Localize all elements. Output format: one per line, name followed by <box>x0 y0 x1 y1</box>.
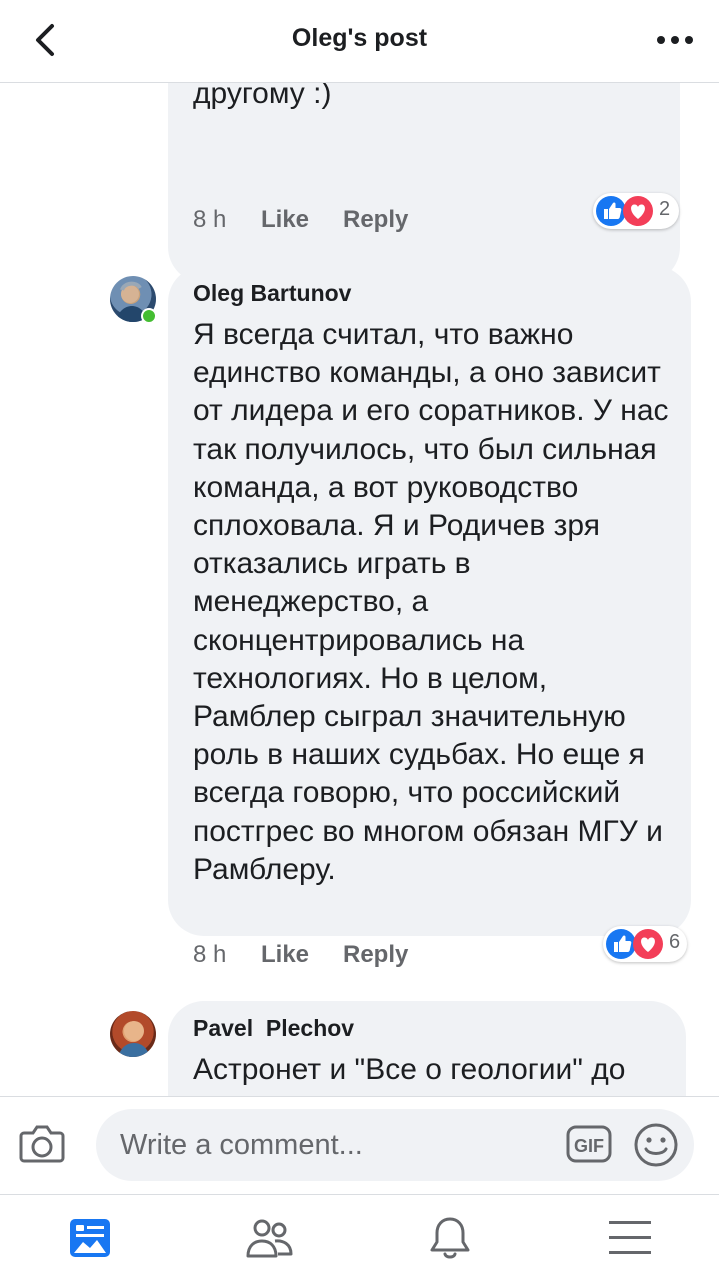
avatar[interactable] <box>110 1011 156 1057</box>
love-icon <box>633 929 663 959</box>
smiley-icon <box>634 1123 678 1167</box>
reaction-count: 2 <box>659 198 671 220</box>
comment-time: 8 h <box>193 941 227 968</box>
online-status-dot <box>141 308 157 324</box>
comment-text: Астронет и "Все о геологии" до <box>193 1053 626 1086</box>
comment-time: 8 h <box>193 206 227 233</box>
comment-bubble[interactable]: Oleg Bartunov Я всегда считал, что важно… <box>168 266 691 936</box>
camera-button[interactable] <box>18 1123 66 1165</box>
reply-button[interactable]: Reply <box>343 206 408 234</box>
more-options-button[interactable] <box>653 22 697 58</box>
camera-icon <box>19 1125 65 1163</box>
comment-bubble[interactable]: Pavel Plechov Астронет и "Все о геологии… <box>168 1001 686 1096</box>
like-button[interactable]: Like <box>261 206 309 234</box>
friends-icon <box>246 1219 292 1258</box>
reply-button[interactable]: Reply <box>343 941 408 969</box>
top-bar: Oleg's post <box>0 0 719 83</box>
comment-text: Я всегда считал, что важно единство кома… <box>193 318 669 886</box>
emoji-button[interactable] <box>633 1122 679 1168</box>
tab-news-feed[interactable] <box>0 1195 179 1281</box>
gif-label: GIF <box>574 1136 604 1156</box>
comment-bubble[interactable]: Я, если подумаю, то тоже объясню... А Ол… <box>168 83 680 283</box>
gif-button[interactable]: GIF <box>566 1124 612 1164</box>
love-icon <box>623 196 653 226</box>
notifications-icon <box>430 1217 469 1259</box>
reactions-badge[interactable]: 6 <box>603 926 687 962</box>
reactions-badge[interactable]: 2 <box>593 193 679 229</box>
more-horizontal-icon <box>657 36 693 44</box>
comment-author[interactable]: Pavel Plechov <box>193 1015 354 1042</box>
like-icon <box>596 196 626 226</box>
menu-icon <box>608 1221 651 1254</box>
news-feed-icon <box>69 1219 110 1257</box>
comment-text: Я, если подумаю, то тоже объясню... А Ол… <box>193 83 332 111</box>
like-icon <box>606 929 636 959</box>
comment-author[interactable]: Oleg Bartunov <box>193 280 351 307</box>
bottom-tab-bar <box>0 1194 719 1281</box>
reaction-count: 6 <box>669 931 681 953</box>
comment-input-placeholder: Write a comment... <box>120 1129 363 1161</box>
page-title: Oleg's post <box>291 24 428 52</box>
like-button[interactable]: Like <box>261 941 309 969</box>
tab-notifications[interactable] <box>360 1195 539 1281</box>
tab-menu[interactable] <box>540 1195 719 1281</box>
comments-feed: Я, если подумаю, то тоже объясню... А Ол… <box>0 83 719 1096</box>
tab-friends[interactable] <box>180 1195 359 1281</box>
